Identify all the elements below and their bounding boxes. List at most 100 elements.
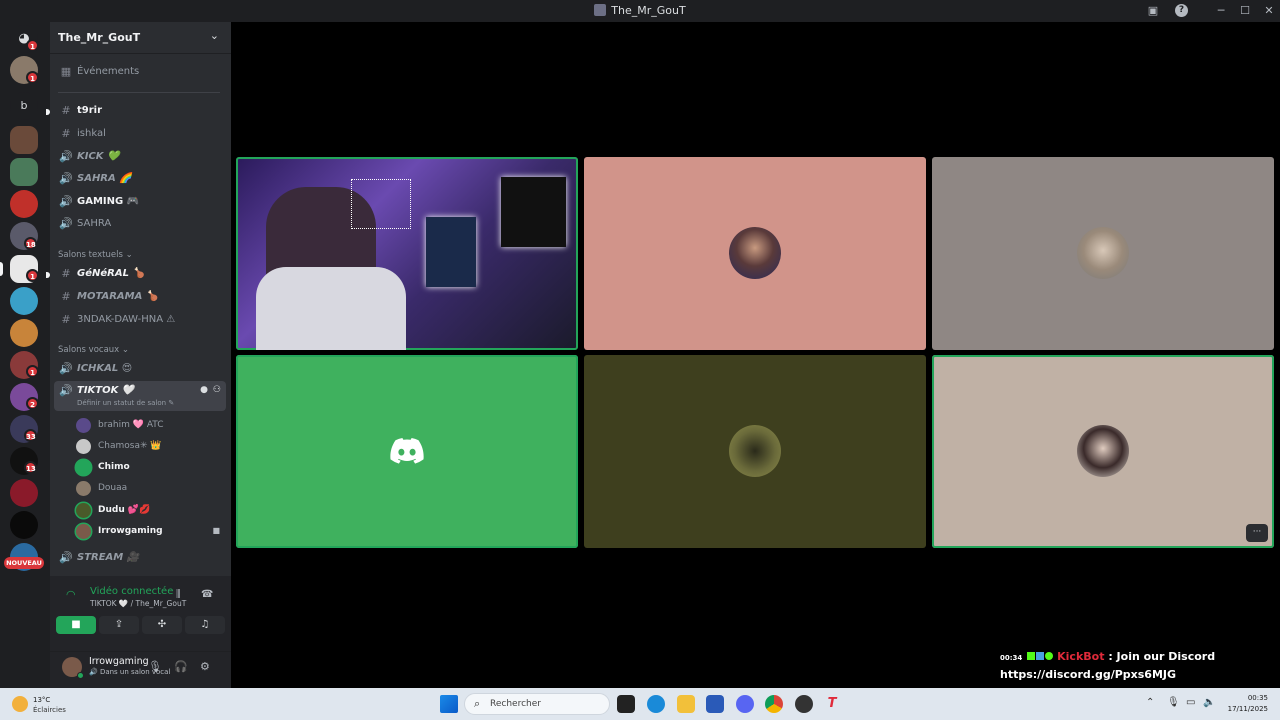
channel-motarama[interactable]: # MOTARAMA 🍗 (54, 287, 226, 308)
channel-ishkal[interactable]: # ishkal (54, 124, 226, 145)
speaker-icon: 🔊 (59, 362, 73, 375)
voice-channel-sahra[interactable]: 🔊 SAHRA (54, 214, 226, 235)
notification-badge: 1 (26, 71, 39, 84)
start-menu-icon[interactable] (440, 695, 458, 713)
voice-member[interactable]: Dudu 💕💋 (76, 500, 226, 520)
avatar (76, 460, 91, 475)
voice-channel-kick[interactable]: 🔊 KICK 💚 (54, 147, 226, 168)
help-icon[interactable]: ? (1175, 4, 1188, 17)
chat-author: KickBot (1057, 650, 1105, 663)
username[interactable]: Irrowgaming (89, 656, 149, 667)
events-link[interactable]: ▦ Événements (54, 62, 226, 83)
avatar (76, 503, 91, 518)
category-text-channels[interactable]: Salons textuels ⌄ (58, 250, 133, 260)
server-icon[interactable] (10, 190, 38, 218)
edge-icon[interactable] (647, 695, 665, 713)
voice-channel-ichkal[interactable]: 🔊 ICHKAL 😍 (54, 359, 226, 380)
signal-icon[interactable]: ◠ (66, 588, 76, 601)
video-tile-camera[interactable] (236, 157, 578, 350)
voice-channel-sahra-rainbow[interactable]: 🔊 SAHRA 🌈 (54, 169, 226, 190)
voice-channel-stream[interactable]: 🔊 STREAM 🎥 (54, 548, 226, 569)
chat-link: https://discord.gg/Ppxs6MJG (1000, 668, 1177, 681)
activities-button[interactable]: ✣ (142, 616, 182, 634)
disconnect-icon[interactable]: ☎ (201, 589, 213, 600)
task-view-icon[interactable] (617, 695, 635, 713)
selected-server-indicator (0, 262, 3, 276)
voice-member[interactable]: Irrowgaming ■ (76, 521, 226, 541)
server-icon[interactable] (10, 479, 38, 507)
server-rail: ◕ 1 1 b 18 1 1 2 33 13 NOUVEAU (0, 22, 50, 688)
server-icon[interactable] (10, 287, 38, 315)
minimize-button[interactable]: ─ (1213, 3, 1229, 19)
led-frame (351, 179, 411, 229)
chat-bubble-icon[interactable]: ● (200, 385, 208, 395)
discord-app-icon[interactable] (736, 695, 754, 713)
avatar (1077, 425, 1129, 477)
server-header[interactable]: The_Mr_GouT ⌄ (50, 22, 231, 54)
close-button[interactable]: ✕ (1261, 3, 1277, 19)
volume-icon[interactable]: 🔈 (1203, 697, 1215, 708)
speaker-icon: 🔊 (59, 172, 73, 185)
notification-badge: 2 (26, 397, 39, 410)
speaker-icon: 🔊 (59, 217, 73, 230)
mod-icon (1036, 652, 1045, 660)
microphone-tray-icon[interactable]: 🎙 (1167, 697, 1180, 708)
more-options-button[interactable]: ··· (1246, 524, 1268, 542)
channel-general[interactable]: # GéNéRAL 🍗 (54, 264, 226, 285)
divider (58, 92, 220, 93)
verified-icon (1045, 652, 1054, 660)
app-t-icon[interactable]: T (823, 695, 841, 713)
add-member-icon[interactable]: ⚇ (213, 385, 221, 395)
hashtag-icon: # (61, 290, 71, 303)
microphone-icon[interactable]: 🎙 (148, 660, 162, 673)
soundboard-button[interactable]: ♫ (185, 616, 225, 634)
voice-member[interactable]: Chamosa✳ 👑 (76, 436, 226, 456)
screen-share-button[interactable]: ⇪ (99, 616, 139, 634)
video-tile-avatar[interactable] (584, 355, 926, 548)
voice-member[interactable]: Douaa (76, 478, 226, 498)
store-icon[interactable] (706, 695, 724, 713)
search-icon: ⌕ (474, 697, 481, 710)
notification-badge: 1 (26, 365, 39, 378)
video-tile-avatar[interactable] (932, 157, 1274, 350)
category-voice-channels[interactable]: Salons vocaux ⌄ (58, 345, 129, 355)
server-icon[interactable] (10, 511, 38, 539)
avatar (729, 425, 781, 477)
server-icon[interactable] (10, 158, 38, 186)
voice-channel-gaming[interactable]: 🔊 GAMING 🎮 (54, 192, 226, 213)
channel-3ndak-daw-hna[interactable]: # 3NDAK-DAW-HNA ⚠ (54, 310, 226, 331)
weather-widget[interactable]: 13°C Éclaircies (12, 692, 72, 716)
server-icon[interactable] (10, 126, 38, 154)
camera-button[interactable]: ■ (56, 616, 96, 634)
wall-poster (426, 217, 476, 287)
server-b[interactable]: b (10, 92, 38, 120)
maximize-button[interactable]: ☐ (1237, 3, 1253, 19)
obs-icon[interactable] (795, 695, 813, 713)
voice-connection-panel: ◠ Vidéo connectée TIKTOK 🤍 / The_Mr_GouT… (50, 576, 231, 652)
network-icon[interactable]: ▭ (1186, 697, 1195, 708)
temperature: 13°C (33, 696, 51, 704)
voice-channel-path[interactable]: TIKTOK 🤍 / The_Mr_GouT (90, 599, 186, 608)
voice-member[interactable]: brahim 🩷 ATC (76, 415, 226, 435)
voice-channel-tiktok[interactable]: 🔊 TIKTOK 🤍 Définir un statut de salon ✎ … (54, 381, 226, 411)
clock[interactable]: 00:35 17/11/2025 (1228, 693, 1268, 715)
voice-member[interactable]: Chimo (76, 457, 226, 477)
camera-icon: ■ (212, 526, 220, 535)
inbox-icon[interactable]: ▣ (1145, 3, 1161, 19)
speaker-icon: 🔊 (59, 551, 73, 564)
chrome-icon[interactable] (765, 695, 783, 713)
server-icon[interactable] (10, 319, 38, 347)
channel-status-hint[interactable]: Définir un statut de salon ✎ (77, 399, 174, 407)
search-box[interactable]: ⌕ Rechercher (464, 693, 610, 715)
chevron-up-icon[interactable]: ⌃ (1146, 697, 1154, 708)
settings-gear-icon[interactable]: ⚙ (200, 660, 210, 673)
window-title: The_Mr_GouT (0, 4, 1280, 17)
video-tile-default[interactable] (236, 355, 578, 548)
video-tile-avatar[interactable]: ··· (932, 355, 1274, 548)
file-explorer-icon[interactable] (677, 695, 695, 713)
voice-status[interactable]: Vidéo connectée (90, 586, 173, 597)
noise-suppression-icon[interactable]: ⫼ (176, 589, 181, 600)
video-tile-avatar[interactable] (584, 157, 926, 350)
channel-t9rir[interactable]: # t9rir (54, 101, 226, 122)
headphones-icon[interactable]: 🎧 (174, 660, 188, 673)
